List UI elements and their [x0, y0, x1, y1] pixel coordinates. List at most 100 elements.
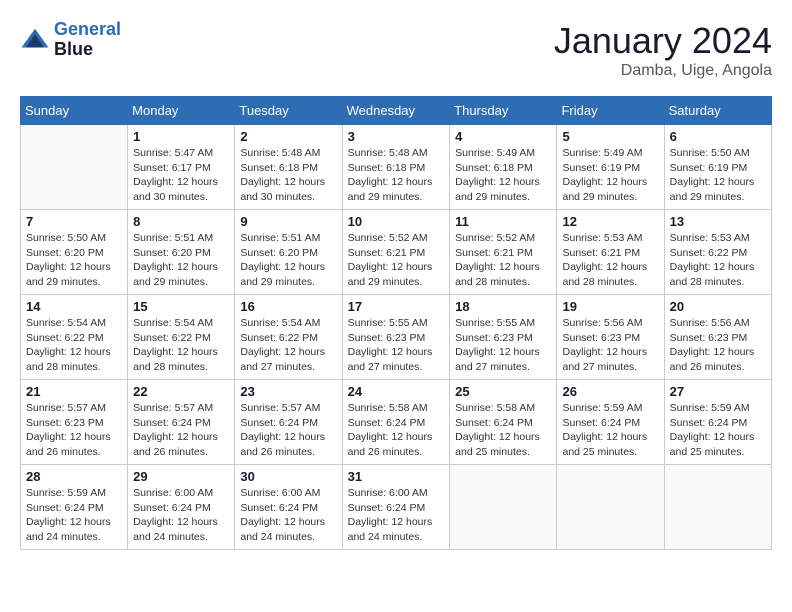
- calendar-cell: 24 Sunrise: 5:58 AMSunset: 6:24 PMDayligh…: [342, 380, 450, 465]
- day-info: Sunrise: 5:54 AMSunset: 6:22 PMDaylight:…: [240, 316, 336, 375]
- calendar-cell: [557, 465, 664, 550]
- day-info: Sunrise: 5:48 AMSunset: 6:18 PMDaylight:…: [240, 146, 336, 205]
- calendar-cell: [21, 125, 128, 210]
- calendar-cell: 11Sunrise: 5:52 AMSunset: 6:21 PMDayligh…: [450, 210, 557, 295]
- week-row-3: 14 Sunrise: 5:54 AMSunset: 6:22 PMDayligh…: [21, 295, 772, 380]
- weekday-header-row: SundayMondayTuesdayWednesdayThursdayFrid…: [21, 97, 772, 125]
- calendar: SundayMondayTuesdayWednesdayThursdayFrid…: [20, 96, 772, 550]
- day-info: Sunrise: 5:53 AMSunset: 6:21 PMDaylight:…: [562, 231, 658, 290]
- month-title: January 2024: [554, 20, 772, 62]
- calendar-cell: 7Sunrise: 5:50 AMSunset: 6:20 PMDaylight…: [21, 210, 128, 295]
- calendar-cell: [664, 465, 771, 550]
- calendar-cell: 2 Sunrise: 5:48 AMSunset: 6:18 PMDaylight…: [235, 125, 342, 210]
- day-info: Sunrise: 5:54 AMSunset: 6:22 PMDaylight:…: [133, 316, 229, 375]
- day-info: Sunrise: 5:52 AMSunset: 6:21 PMDaylight:…: [455, 231, 551, 290]
- day-info: Sunrise: 5:59 AMSunset: 6:24 PMDaylight:…: [670, 401, 766, 460]
- day-info: Sunrise: 5:50 AMSunset: 6:19 PMDaylight:…: [670, 146, 766, 205]
- week-row-1: 1 Sunrise: 5:47 AMSunset: 6:17 PMDaylight…: [21, 125, 772, 210]
- day-info: Sunrise: 5:56 AMSunset: 6:23 PMDaylight:…: [562, 316, 658, 375]
- day-number: 15: [133, 299, 229, 314]
- day-number: 23: [240, 384, 336, 399]
- day-number: 16: [240, 299, 336, 314]
- day-info: Sunrise: 5:58 AMSunset: 6:24 PMDaylight:…: [348, 401, 445, 460]
- calendar-cell: 29Sunrise: 6:00 AMSunset: 6:24 PMDayligh…: [128, 465, 235, 550]
- day-info: Sunrise: 5:54 AMSunset: 6:22 PMDaylight:…: [26, 316, 122, 375]
- day-info: Sunrise: 5:58 AMSunset: 6:24 PMDaylight:…: [455, 401, 551, 460]
- calendar-cell: 25 Sunrise: 5:58 AMSunset: 6:24 PMDayligh…: [450, 380, 557, 465]
- calendar-cell: 21 Sunrise: 5:57 AMSunset: 6:23 PMDayligh…: [21, 380, 128, 465]
- calendar-cell: 27 Sunrise: 5:59 AMSunset: 6:24 PMDayligh…: [664, 380, 771, 465]
- calendar-cell: 22 Sunrise: 5:57 AMSunset: 6:24 PMDayligh…: [128, 380, 235, 465]
- page-header: General Blue January 2024 Damba, Uige, A…: [20, 20, 772, 80]
- day-number: 18: [455, 299, 551, 314]
- calendar-cell: 14 Sunrise: 5:54 AMSunset: 6:22 PMDayligh…: [21, 295, 128, 380]
- day-number: 27: [670, 384, 766, 399]
- day-number: 7: [26, 214, 122, 229]
- day-number: 6: [670, 129, 766, 144]
- day-number: 29: [133, 469, 229, 484]
- calendar-cell: 5 Sunrise: 5:49 AMSunset: 6:19 PMDaylight…: [557, 125, 664, 210]
- calendar-cell: 18 Sunrise: 5:55 AMSunset: 6:23 PMDayligh…: [450, 295, 557, 380]
- day-number: 3: [348, 129, 445, 144]
- week-row-4: 21 Sunrise: 5:57 AMSunset: 6:23 PMDayligh…: [21, 380, 772, 465]
- calendar-cell: 17Sunrise: 5:55 AMSunset: 6:23 PMDayligh…: [342, 295, 450, 380]
- logo: General Blue: [20, 20, 121, 60]
- day-info: Sunrise: 5:59 AMSunset: 6:24 PMDaylight:…: [562, 401, 658, 460]
- calendar-cell: 30 Sunrise: 6:00 AMSunset: 6:24 PMDayligh…: [235, 465, 342, 550]
- calendar-cell: 15 Sunrise: 5:54 AMSunset: 6:22 PMDayligh…: [128, 295, 235, 380]
- calendar-cell: 31 Sunrise: 6:00 AMSunset: 6:24 PMDayligh…: [342, 465, 450, 550]
- day-info: Sunrise: 5:57 AMSunset: 6:24 PMDaylight:…: [133, 401, 229, 460]
- calendar-cell: 23 Sunrise: 5:57 AMSunset: 6:24 PMDayligh…: [235, 380, 342, 465]
- location-title: Damba, Uige, Angola: [554, 62, 772, 80]
- day-info: Sunrise: 6:00 AMSunset: 6:24 PMDaylight:…: [240, 486, 336, 545]
- calendar-cell: 9Sunrise: 5:51 AMSunset: 6:20 PMDaylight…: [235, 210, 342, 295]
- day-number: 30: [240, 469, 336, 484]
- day-number: 14: [26, 299, 122, 314]
- weekday-header-sunday: Sunday: [21, 97, 128, 125]
- day-info: Sunrise: 5:49 AMSunset: 6:19 PMDaylight:…: [562, 146, 658, 205]
- day-number: 19: [562, 299, 658, 314]
- weekday-header-tuesday: Tuesday: [235, 97, 342, 125]
- day-info: Sunrise: 5:57 AMSunset: 6:23 PMDaylight:…: [26, 401, 122, 460]
- day-number: 31: [348, 469, 445, 484]
- day-number: 22: [133, 384, 229, 399]
- day-info: Sunrise: 5:52 AMSunset: 6:21 PMDaylight:…: [348, 231, 445, 290]
- calendar-cell: 3Sunrise: 5:48 AMSunset: 6:18 PMDaylight…: [342, 125, 450, 210]
- week-row-5: 28Sunrise: 5:59 AMSunset: 6:24 PMDayligh…: [21, 465, 772, 550]
- logo-text: General Blue: [54, 20, 121, 60]
- day-number: 5: [562, 129, 658, 144]
- day-info: Sunrise: 5:59 AMSunset: 6:24 PMDaylight:…: [26, 486, 122, 545]
- day-number: 24: [348, 384, 445, 399]
- day-info: Sunrise: 5:55 AMSunset: 6:23 PMDaylight:…: [455, 316, 551, 375]
- day-info: Sunrise: 5:56 AMSunset: 6:23 PMDaylight:…: [670, 316, 766, 375]
- weekday-header-thursday: Thursday: [450, 97, 557, 125]
- day-info: Sunrise: 5:53 AMSunset: 6:22 PMDaylight:…: [670, 231, 766, 290]
- weekday-header-friday: Friday: [557, 97, 664, 125]
- day-number: 26: [562, 384, 658, 399]
- calendar-cell: 28Sunrise: 5:59 AMSunset: 6:24 PMDayligh…: [21, 465, 128, 550]
- calendar-cell: 13 Sunrise: 5:53 AMSunset: 6:22 PMDayligh…: [664, 210, 771, 295]
- day-info: Sunrise: 5:57 AMSunset: 6:24 PMDaylight:…: [240, 401, 336, 460]
- day-info: Sunrise: 5:55 AMSunset: 6:23 PMDaylight:…: [348, 316, 445, 375]
- day-info: Sunrise: 5:47 AMSunset: 6:17 PMDaylight:…: [133, 146, 229, 205]
- calendar-cell: 19 Sunrise: 5:56 AMSunset: 6:23 PMDayligh…: [557, 295, 664, 380]
- weekday-header-monday: Monday: [128, 97, 235, 125]
- day-number: 1: [133, 129, 229, 144]
- week-row-2: 7Sunrise: 5:50 AMSunset: 6:20 PMDaylight…: [21, 210, 772, 295]
- day-number: 21: [26, 384, 122, 399]
- day-number: 20: [670, 299, 766, 314]
- calendar-cell: [450, 465, 557, 550]
- weekday-header-wednesday: Wednesday: [342, 97, 450, 125]
- day-number: 8: [133, 214, 229, 229]
- calendar-cell: 12Sunrise: 5:53 AMSunset: 6:21 PMDayligh…: [557, 210, 664, 295]
- calendar-cell: 1 Sunrise: 5:47 AMSunset: 6:17 PMDaylight…: [128, 125, 235, 210]
- calendar-cell: 6 Sunrise: 5:50 AMSunset: 6:19 PMDaylight…: [664, 125, 771, 210]
- day-number: 9: [240, 214, 336, 229]
- day-info: Sunrise: 5:49 AMSunset: 6:18 PMDaylight:…: [455, 146, 551, 205]
- calendar-cell: 4Sunrise: 5:49 AMSunset: 6:18 PMDaylight…: [450, 125, 557, 210]
- day-number: 2: [240, 129, 336, 144]
- day-number: 13: [670, 214, 766, 229]
- day-number: 25: [455, 384, 551, 399]
- title-block: January 2024 Damba, Uige, Angola: [554, 20, 772, 80]
- day-info: Sunrise: 6:00 AMSunset: 6:24 PMDaylight:…: [348, 486, 445, 545]
